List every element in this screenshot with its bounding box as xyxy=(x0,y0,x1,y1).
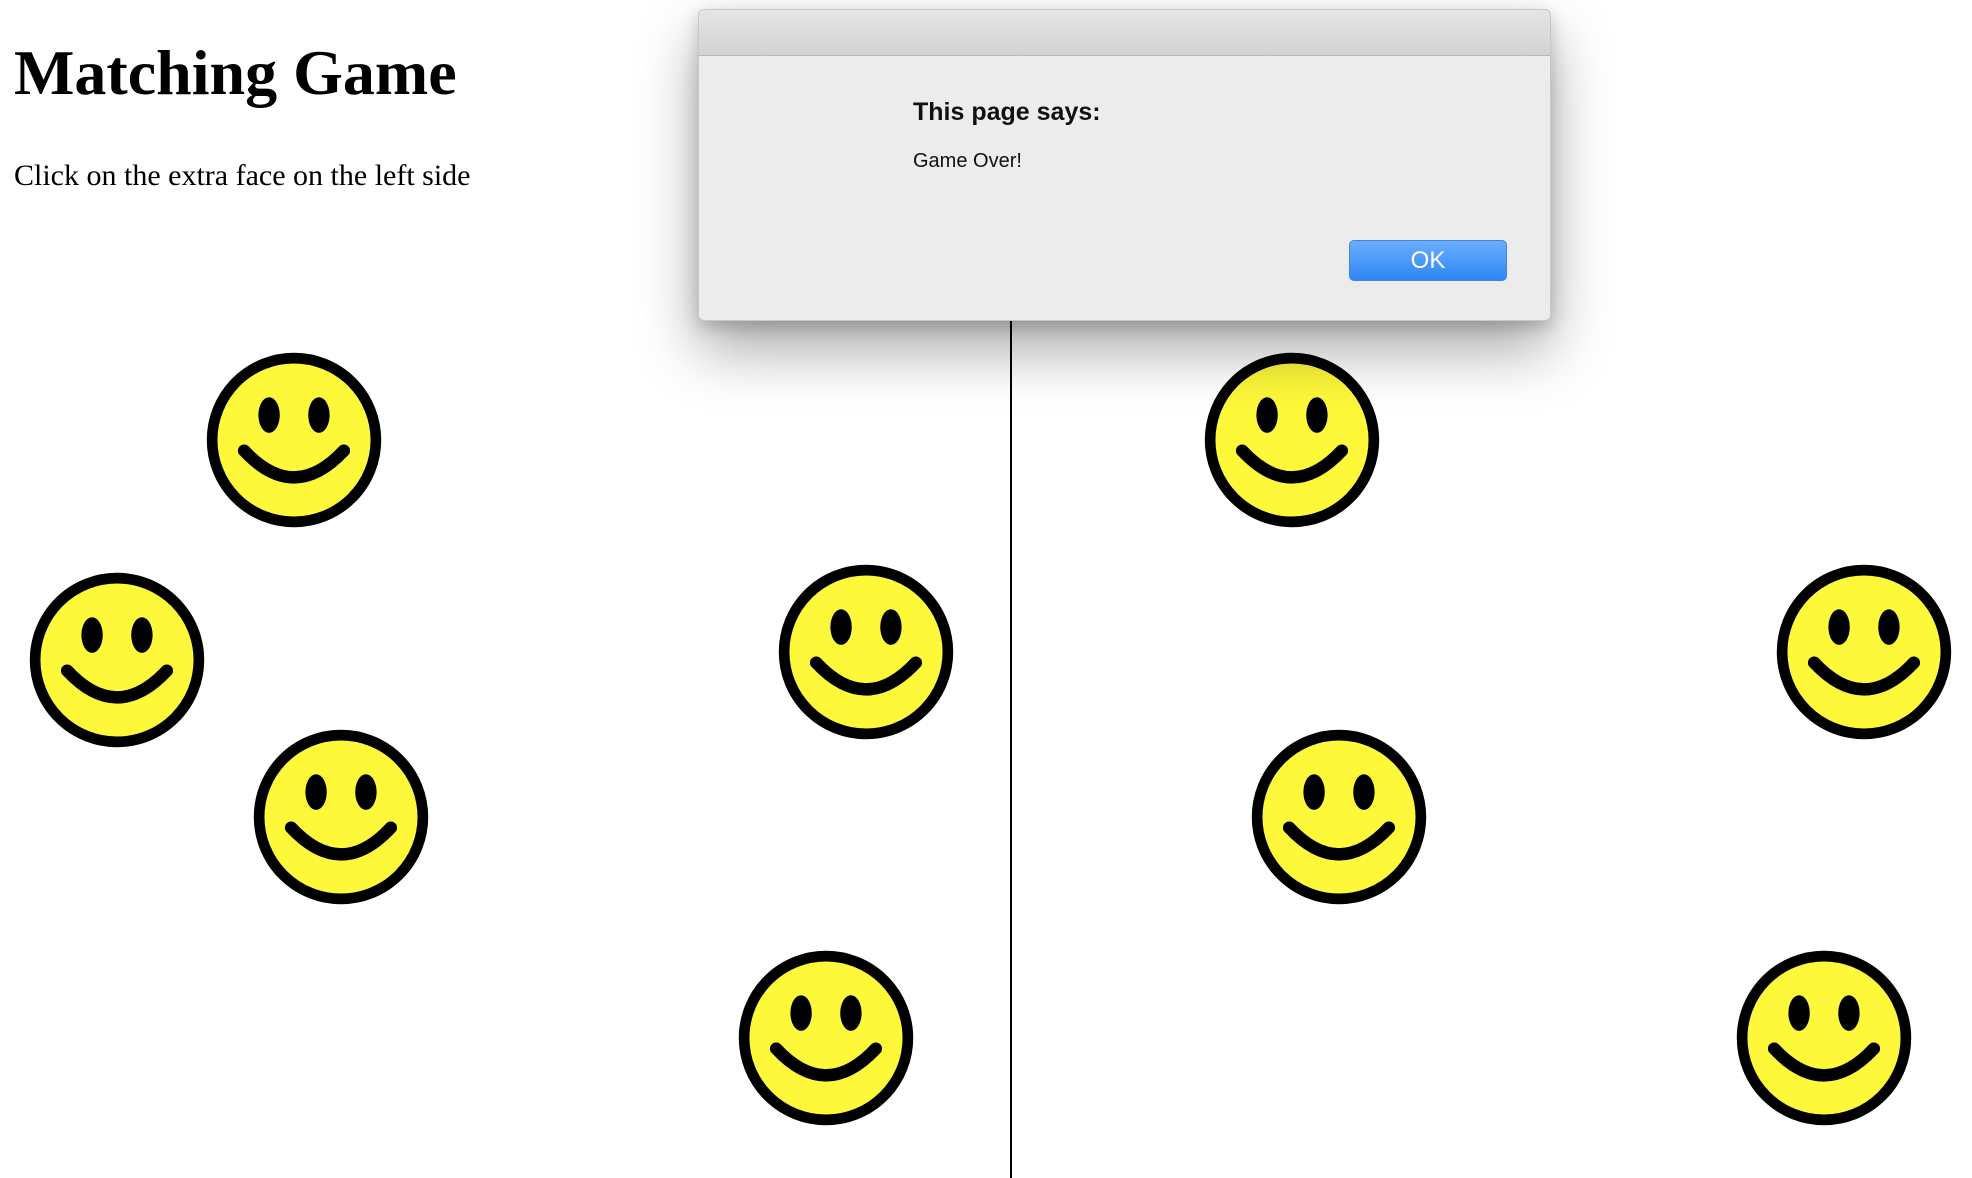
smiley-face-icon[interactable] xyxy=(1203,351,1381,529)
page-title: Matching Game xyxy=(14,37,457,108)
ok-button[interactable]: OK xyxy=(1349,240,1507,281)
smiley-face-icon[interactable] xyxy=(252,728,430,906)
left-side xyxy=(0,315,1010,1178)
dialog-titlebar xyxy=(699,10,1550,56)
right-side xyxy=(1011,315,1972,1178)
smiley-face-icon[interactable] xyxy=(1735,949,1913,1127)
smiley-face-icon[interactable] xyxy=(1775,563,1953,741)
smiley-face-icon[interactable] xyxy=(28,571,206,749)
instructions-text: Click on the extra face on the left side xyxy=(14,159,471,192)
game-board xyxy=(0,315,1972,1178)
smiley-face-icon[interactable] xyxy=(777,563,955,741)
smiley-face-icon[interactable] xyxy=(737,949,915,1127)
dialog-message: Game Over! xyxy=(913,150,1022,172)
smiley-face-icon[interactable] xyxy=(205,351,383,529)
smiley-face-icon[interactable] xyxy=(1250,728,1428,906)
dialog-heading: This page says: xyxy=(913,98,1101,126)
alert-dialog: This page says: Game Over! OK xyxy=(698,9,1551,321)
